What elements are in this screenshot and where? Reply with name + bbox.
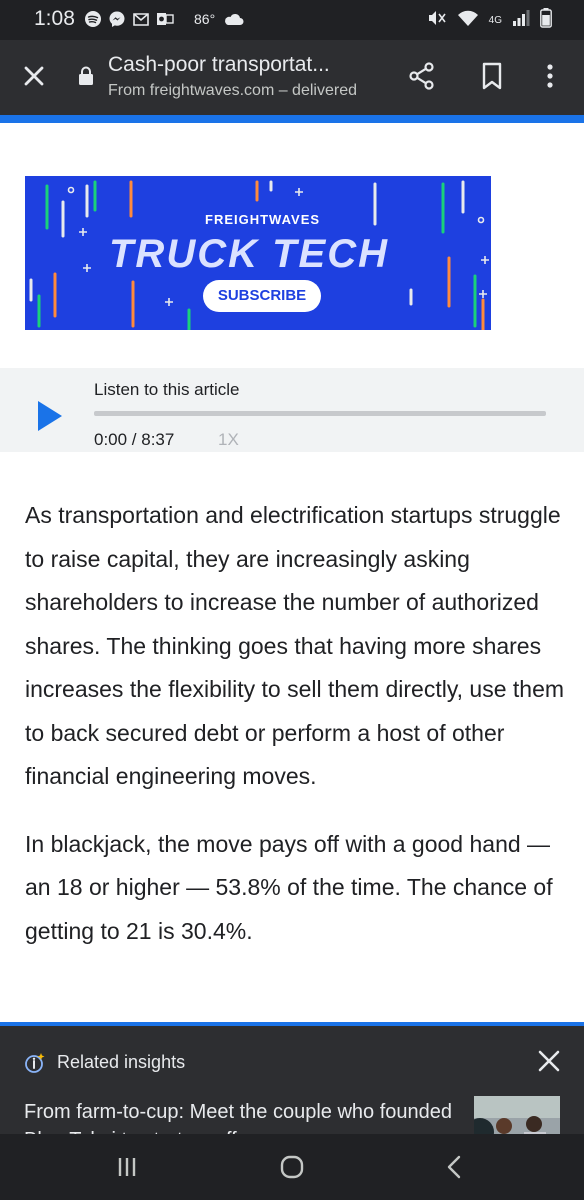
truck-tech-banner-ad[interactable]: FREIGHTWAVES TRUCK TECH SUBSCRIBE <box>25 176 491 330</box>
share-icon <box>409 62 434 90</box>
article-audio-player: Listen to this article 0:00 / 8:37 1X <box>0 368 584 452</box>
status-time: 1:08 <box>34 7 75 30</box>
banner-brand: FREIGHTWAVES <box>205 212 321 227</box>
close-tab-button[interactable] <box>18 60 50 92</box>
wifi-icon <box>457 9 479 32</box>
spotify-icon <box>84 10 102 28</box>
article-paragraph: As transportation and electrification st… <box>25 502 565 789</box>
page-url[interactable]: From freightwaves.com – delivered <box>108 82 380 100</box>
more-vert-icon <box>547 64 553 88</box>
article-paragraph: In blackjack, the move pays off with a g… <box>25 830 553 944</box>
close-insights-button[interactable] <box>536 1048 562 1074</box>
play-icon <box>38 401 62 431</box>
playback-speed-button[interactable]: 1X <box>218 430 239 450</box>
status-bar: 1:08 86° 4G <box>0 0 584 40</box>
more-options-button[interactable] <box>536 60 564 92</box>
banner-headline: TRUCK TECH <box>109 232 389 276</box>
listen-label: Listen to this article <box>94 380 240 399</box>
notification-icons <box>84 10 174 28</box>
audio-progress-bar[interactable] <box>94 411 546 416</box>
gmail-icon <box>132 10 150 28</box>
status-temperature: 86° <box>194 11 216 27</box>
page-title[interactable]: Cash-poor transportat... <box>108 53 380 77</box>
battery-icon <box>540 8 552 33</box>
system-icons: 4G <box>427 8 552 33</box>
signal-icon <box>512 9 530 32</box>
back-button[interactable] <box>440 1152 470 1182</box>
article-body: As transportation and electrification st… <box>25 494 565 953</box>
custom-tab-toolbar: Cash-poor transportat... From freightwav… <box>0 40 584 115</box>
share-button[interactable] <box>406 60 438 92</box>
insights-icon <box>24 1052 46 1074</box>
bookmark-icon <box>482 62 502 90</box>
home-icon <box>280 1155 304 1179</box>
messenger-icon <box>108 10 126 28</box>
close-icon <box>24 66 44 86</box>
network-label: 4G <box>488 15 502 26</box>
back-icon <box>447 1155 461 1179</box>
related-insights-sheet[interactable]: Related insights From farm-to-cup: Meet … <box>0 1022 584 1134</box>
sheet-accent-line <box>0 1022 584 1026</box>
close-icon <box>538 1050 560 1072</box>
recent-apps-icon <box>118 1158 136 1176</box>
weather-icon <box>222 13 244 32</box>
play-button[interactable] <box>36 400 64 432</box>
related-article-thumbnail[interactable] <box>474 1096 560 1134</box>
lock-icon[interactable] <box>78 66 94 86</box>
page-header-strip <box>0 115 584 123</box>
mute-icon <box>427 9 447 32</box>
home-button[interactable] <box>277 1152 307 1182</box>
system-navigation-bar <box>0 1134 584 1200</box>
recent-apps-button[interactable] <box>112 1152 142 1182</box>
bookmark-button[interactable] <box>476 60 508 92</box>
related-insights-title: Related insights <box>57 1052 186 1072</box>
related-article-headline[interactable]: From farm-to-cup: Meet the couple who fo… <box>24 1098 454 1134</box>
subscribe-button[interactable]: SUBSCRIBE <box>203 280 321 312</box>
outlook-icon <box>156 10 174 28</box>
audio-time: 0:00 / 8:37 <box>94 430 175 449</box>
